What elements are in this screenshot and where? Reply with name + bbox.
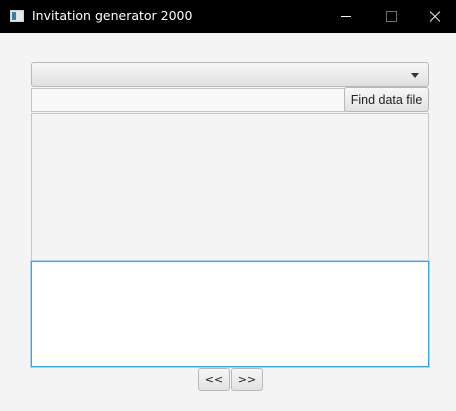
data-file-path-field[interactable] (31, 88, 345, 112)
invitation-text-area[interactable] (31, 261, 429, 367)
next-button[interactable]: >> (231, 368, 263, 391)
app-window: Invitation generator 2000 Find data file… (0, 0, 456, 411)
window-title: Invitation generator 2000 (32, 8, 193, 23)
app-icon (10, 10, 24, 22)
previous-button[interactable]: << (198, 368, 230, 391)
minimize-button[interactable] (322, 0, 368, 33)
preview-panel (31, 113, 429, 261)
title-bar[interactable]: Invitation generator 2000 (0, 0, 456, 33)
chevron-down-icon[interactable] (411, 73, 419, 78)
close-button[interactable] (410, 0, 456, 33)
template-select[interactable] (31, 62, 429, 87)
maximize-button[interactable] (368, 0, 414, 33)
find-data-file-button[interactable]: Find data file (344, 87, 429, 112)
